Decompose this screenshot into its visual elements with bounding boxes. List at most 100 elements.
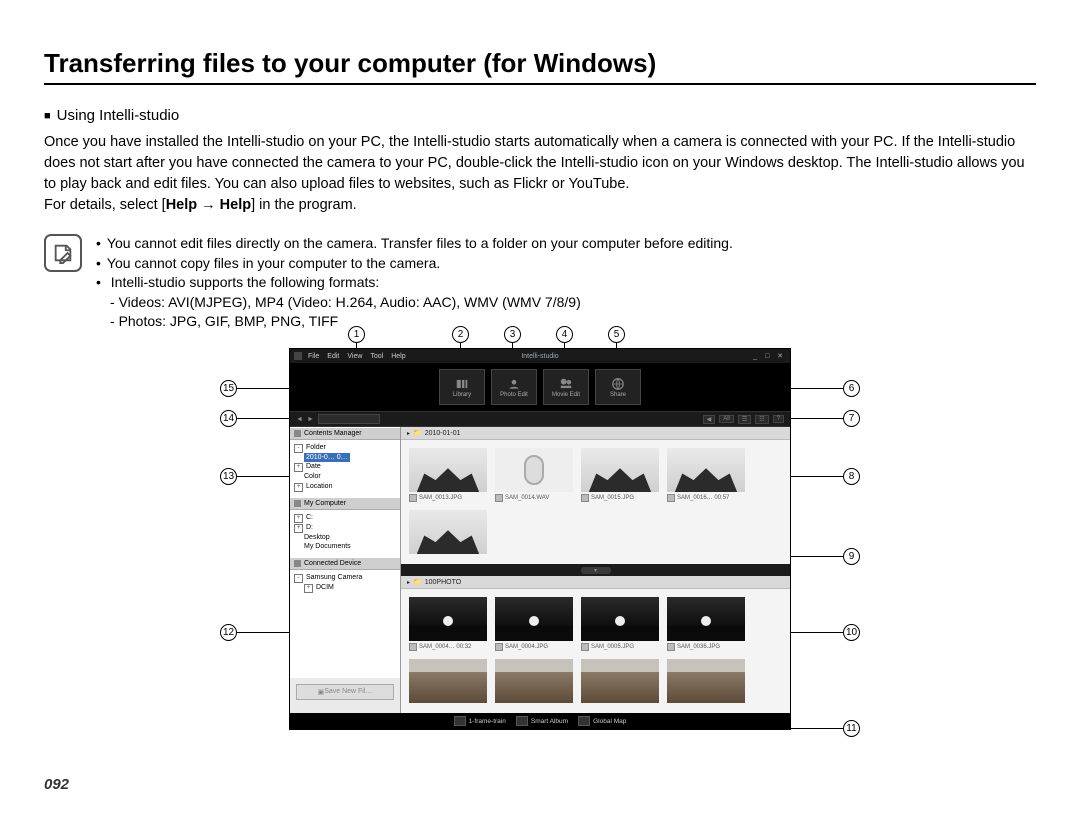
my-computer-tree[interactable]: +C: +D: Desktop My Documents [290,510,400,557]
group-header-1[interactable]: 📁2010-01-01 [401,427,790,440]
drive-d[interactable]: D: [306,524,313,531]
thumb-item[interactable]: SAM_0014.WAV [495,448,573,502]
menu-edit[interactable]: Edit [327,353,339,360]
thumb-item[interactable] [409,510,487,556]
app-icon [294,352,302,360]
video-icon [409,643,417,651]
thumb-item[interactable] [667,659,745,705]
title-rule [44,83,1036,85]
thumb-item[interactable]: SAM_0004… 00:32 [409,597,487,651]
tree-date[interactable]: Date [306,463,321,470]
p2-help2: Help [220,197,251,213]
device-dcim[interactable]: DCIM [316,584,334,591]
bottom-global-map[interactable]: Global Map [578,716,626,726]
thumb-item[interactable]: SAM_0016… 00:57 [667,448,745,502]
thumb-item[interactable]: SAM_0015.JPG [581,448,659,502]
app-brand: Intelli-studio [521,353,558,360]
titlebar[interactable]: File Edit View Tool Help Intelli-studio … [290,349,790,363]
callout-8: 8 [789,468,860,485]
menu-view[interactable]: View [347,353,362,360]
note-list: You cannot edit files directly on the ca… [96,234,733,332]
tree-selected[interactable]: 2010-0… 0… [304,453,350,462]
video-icon [667,494,675,502]
path-box [318,414,380,424]
save-new-files-button[interactable]: ▣ Save New Fil… [296,684,394,700]
p2-help1: Help [166,197,197,213]
p2-post: ] in the program. [251,197,357,213]
p2-arrow: → [197,197,220,213]
menu-tool[interactable]: Tool [370,353,383,360]
tree-folder[interactable]: Folder [306,444,326,451]
note-item: You cannot copy files in your computer t… [96,254,733,274]
tool-all[interactable]: All [719,415,734,423]
photo-icon [667,643,675,651]
device-tree[interactable]: -Samsung Camera +DCIM [290,570,400,678]
thumb-item[interactable] [495,659,573,705]
note-subitem: Photos: JPG, GIF, BMP, PNG, TIFF [110,312,733,332]
thumb-item[interactable]: SAM_0013.JPG [409,448,487,502]
photo-icon [409,494,417,502]
tool-grid-icon[interactable]: ☷ [755,415,768,424]
back-icon[interactable]: ◄ [296,416,303,423]
note-subitem: Videos: AVI(MJPEG), MP4 (Video: H.264, A… [110,293,733,313]
photo-icon [495,643,503,651]
mode-movie-edit[interactable]: Movie Edit [543,369,589,405]
bottom-1frametrain[interactable]: 1-frame-train [454,716,506,726]
mode-share[interactable]: Share [595,369,641,405]
thumb-grid-2: SAM_0004… 00:32 SAM_0004.JPG SAM_0005.JP… [401,589,790,713]
thumb-item[interactable]: SAM_0005.JPG [581,597,659,651]
bottom-bar: 1-frame-train Smart Album Global Map [290,713,790,729]
tool-prev[interactable]: ◀ [703,415,716,424]
callout-14: 14 [220,410,291,427]
thumb-item[interactable]: SAM_0036.JPG [667,597,745,651]
audio-icon [495,494,503,502]
window-buttons[interactable]: _ □ ✕ [753,352,786,360]
mode-photo-edit[interactable]: Photo Edit [491,369,537,405]
drive-c[interactable]: C: [306,514,313,521]
splitter[interactable]: ▾ [401,564,790,576]
callout-15: 15 [220,380,291,397]
bottom-smart-album[interactable]: Smart Album [516,716,568,726]
body-paragraph-1: Once you have installed the Intelli-stud… [44,132,1036,195]
tool-help-icon[interactable]: ? [773,415,784,423]
callout-13: 13 [220,468,291,485]
mic-icon [495,448,573,492]
connected-device-header[interactable]: Connected Device [290,557,400,570]
device-camera[interactable]: Samsung Camera [306,574,362,581]
callout-11: 11 [789,720,860,737]
section-subhead: Using Intelli-studio [44,107,1036,124]
menu-file[interactable]: File [308,353,319,360]
callout-9: 9 [789,548,860,565]
photo-icon [581,494,589,502]
photo-icon [581,643,589,651]
tree-color[interactable]: Color [304,473,321,480]
thumb-item[interactable]: SAM_0004.JPG [495,597,573,651]
fwd-icon[interactable]: ► [307,416,314,423]
node-mydocs[interactable]: My Documents [304,543,351,550]
note-item-lead: Intelli-studio supports the following fo… [111,274,379,290]
group-header-2[interactable]: 📁100PHOTO [401,576,790,589]
mode-library[interactable]: Library [439,369,485,405]
toolstrip: ◄ ► ◀ All ☰ ☷ ? [290,411,790,427]
callout-10: 10 [789,624,860,641]
app-window: File Edit View Tool Help Intelli-studio … [289,348,791,730]
thumb-item[interactable] [409,659,487,705]
menu-help[interactable]: Help [391,353,405,360]
thumb-item[interactable] [581,659,659,705]
tree-location[interactable]: Location [306,483,332,490]
node-desktop[interactable]: Desktop [304,534,330,541]
body-paragraph-2: For details, select [Help → Help] in the… [44,195,1036,216]
contents-tree[interactable]: -Folder 2010-0… 0… +Date Color +Location [290,440,400,497]
note-item: Intelli-studio supports the following fo… [96,273,733,332]
p2-pre: For details, select [ [44,197,166,213]
callout-12: 12 [220,624,291,641]
note-icon [44,234,82,272]
callout-6: 6 [789,380,860,397]
mode-bar: Library Photo Edit Movie Edit Share [290,363,790,411]
note-item: You cannot edit files directly on the ca… [96,234,733,254]
page-number: 092 [44,776,69,793]
menu-bar[interactable]: File Edit View Tool Help [308,353,406,360]
my-computer-header[interactable]: My Computer [290,497,400,510]
contents-manager-header[interactable]: Contents Manager [290,427,400,440]
tool-list-icon[interactable]: ☰ [738,415,751,424]
